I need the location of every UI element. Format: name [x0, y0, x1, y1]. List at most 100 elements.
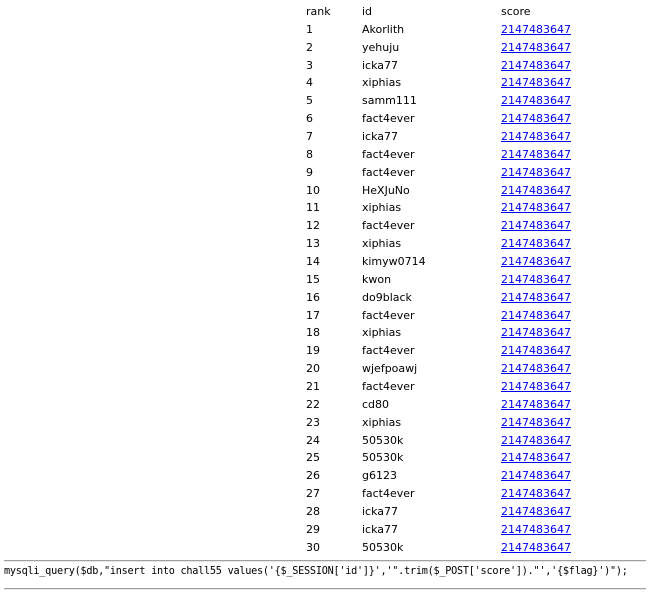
table-row: 3 icka77 2147483647: [302, 57, 581, 75]
score-link[interactable]: 2147483647: [501, 291, 571, 304]
id-cell: xiphias: [362, 237, 402, 251]
score-cell: 2147483647: [497, 217, 581, 235]
score-column-header: score: [501, 4, 531, 18]
score-link[interactable]: 2147483647: [501, 398, 571, 411]
ranking-header-row: rank id score: [302, 3, 581, 21]
id-cell: icka77: [362, 58, 399, 72]
score-link[interactable]: 2147483647: [501, 59, 571, 72]
score-link[interactable]: 2147483647: [501, 148, 571, 161]
score-cell: 2147483647: [497, 110, 581, 128]
rank-cell: 6: [306, 112, 313, 126]
score-link[interactable]: 2147483647: [501, 94, 571, 107]
table-row: 1 Akorlith 2147483647: [302, 21, 581, 39]
id-cell: kimyw0714: [362, 254, 426, 268]
id-cell: icka77: [362, 504, 399, 518]
table-row: 15 kwon 2147483647: [302, 271, 581, 289]
id-cell: icka77: [362, 522, 399, 536]
rank-cell: 11: [306, 201, 320, 215]
score-link[interactable]: 2147483647: [501, 76, 571, 89]
score-link[interactable]: 2147483647: [501, 112, 571, 125]
table-row: 25 50530k 2147483647: [302, 449, 581, 467]
score-cell: 2147483647: [497, 467, 581, 485]
score-cell: 2147483647: [497, 164, 581, 182]
id-cell: do9black: [362, 290, 412, 304]
score-cell: 2147483647: [497, 414, 581, 432]
ranking-table: rank id score 1 Akorlith 2147483647 2 yehuju…: [302, 3, 581, 557]
score-link[interactable]: 2147483647: [501, 434, 571, 447]
table-row: 24 50530k 2147483647: [302, 432, 581, 450]
id-cell: samm111: [362, 94, 417, 108]
score-link[interactable]: 2147483647: [501, 237, 571, 250]
rank-cell: 14: [306, 254, 320, 268]
table-row: 10 HeXJuNo 2147483647: [302, 182, 581, 200]
table-row: 5 samm111 2147483647: [302, 92, 581, 110]
score-cell: 2147483647: [497, 57, 581, 75]
score-link[interactable]: 2147483647: [501, 380, 571, 393]
score-cell: 2147483647: [497, 485, 581, 503]
score-link[interactable]: 2147483647: [501, 23, 571, 36]
rank-cell: 10: [306, 183, 320, 197]
score-link[interactable]: 2147483647: [501, 326, 571, 339]
score-link[interactable]: 2147483647: [501, 362, 571, 375]
score-cell: 2147483647: [497, 39, 581, 57]
score-cell: 2147483647: [497, 74, 581, 92]
rank-cell: 18: [306, 326, 320, 340]
rank-cell: 17: [306, 308, 320, 322]
table-row: 29 icka77 2147483647: [302, 521, 581, 539]
score-link[interactable]: 2147483647: [501, 201, 571, 214]
score-link[interactable]: 2147483647: [501, 541, 571, 554]
score-link[interactable]: 2147483647: [501, 451, 571, 464]
table-row: 17 fact4ever 2147483647: [302, 307, 581, 325]
rank-column-header: rank: [306, 4, 331, 18]
score-link[interactable]: 2147483647: [501, 130, 571, 143]
score-cell: 2147483647: [497, 324, 581, 342]
id-cell: g6123: [362, 469, 397, 483]
id-cell: 50530k: [362, 451, 404, 465]
id-cell: wjefpoawj: [362, 362, 418, 376]
table-row: 11 xiphias 2147483647: [302, 199, 581, 217]
rank-cell: 3: [306, 58, 313, 72]
id-cell: kwon: [362, 272, 392, 286]
source-code-line: mysqli_query($db,"insert into chall55 va…: [4, 566, 628, 577]
score-cell: 2147483647: [497, 199, 581, 217]
score-link[interactable]: 2147483647: [501, 523, 571, 536]
score-link[interactable]: 2147483647: [501, 505, 571, 518]
score-cell: 2147483647: [497, 128, 581, 146]
score-link[interactable]: 2147483647: [501, 309, 571, 322]
rank-cell: 8: [306, 147, 313, 161]
rank-cell: 20: [306, 362, 320, 376]
table-row: 30 50530k 2147483647: [302, 539, 581, 557]
score-cell: 2147483647: [497, 235, 581, 253]
rank-cell: 7: [306, 129, 313, 143]
table-row: 13 xiphias 2147483647: [302, 235, 581, 253]
rank-cell: 9: [306, 165, 313, 179]
table-row: 20 wjefpoawj 2147483647: [302, 360, 581, 378]
table-row: 19 fact4ever 2147483647: [302, 342, 581, 360]
score-link[interactable]: 2147483647: [501, 166, 571, 179]
score-link[interactable]: 2147483647: [501, 469, 571, 482]
rank-cell: 25: [306, 451, 320, 465]
score-link[interactable]: 2147483647: [501, 487, 571, 500]
score-link[interactable]: 2147483647: [501, 344, 571, 357]
id-cell: fact4ever: [362, 344, 415, 358]
rank-cell: 27: [306, 487, 320, 501]
table-row: 7 icka77 2147483647: [302, 128, 581, 146]
id-column-header: id: [362, 4, 373, 18]
id-cell: fact4ever: [362, 112, 415, 126]
table-row: 2 yehuju 2147483647: [302, 39, 581, 57]
table-row: 6 fact4ever 2147483647: [302, 110, 581, 128]
score-link[interactable]: 2147483647: [501, 416, 571, 429]
id-cell: fact4ever: [362, 487, 415, 501]
id-cell: fact4ever: [362, 219, 415, 233]
score-link[interactable]: 2147483647: [501, 41, 571, 54]
score-link[interactable]: 2147483647: [501, 184, 571, 197]
table-row: 21 fact4ever 2147483647: [302, 378, 581, 396]
score-cell: 2147483647: [497, 503, 581, 521]
score-cell: 2147483647: [497, 378, 581, 396]
score-link[interactable]: 2147483647: [501, 255, 571, 268]
id-cell: HeXJuNo: [362, 183, 410, 197]
rank-cell: 19: [306, 344, 320, 358]
score-link[interactable]: 2147483647: [501, 273, 571, 286]
score-cell: 2147483647: [497, 182, 581, 200]
score-link[interactable]: 2147483647: [501, 219, 571, 232]
